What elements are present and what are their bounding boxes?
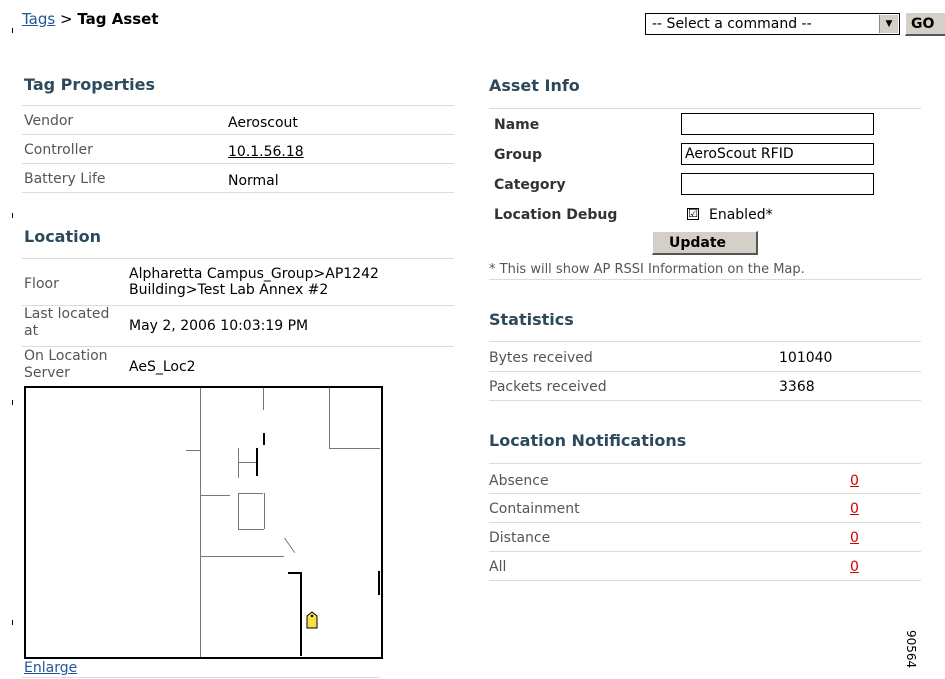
chevron-down-icon[interactable]: ▼ [879,15,898,33]
bytes-received-value: 101040 [779,350,833,366]
last-located-value: May 2, 2006 10:03:19 PM [129,318,309,334]
distance-count-link[interactable]: 0 [850,530,859,546]
divider [22,677,380,678]
asset-group-input[interactable]: AeroScout RFID [681,143,874,165]
map-wall [284,537,296,554]
location-server-row: On Location Server AeS_Loc2 [22,347,454,383]
distance-label: Distance [489,530,551,546]
controller-label: Controller [24,142,93,158]
command-select[interactable]: -- Select a command -- ▼ [645,13,900,35]
all-label: All [489,559,507,575]
divider [489,341,921,342]
map-wall [329,388,330,448]
asset-category-input[interactable] [681,173,874,195]
margin-tick [12,28,13,33]
map-wall [238,462,256,463]
asset-name-label: Name [494,117,540,133]
floor-row: Floor Alpharetta Campus_Group>AP1242 Bui… [22,259,454,306]
packets-received-value: 3368 [779,379,815,395]
map-wall [263,388,264,410]
last-located-label: Last located [24,306,110,322]
divider [489,371,921,372]
asset-group-label: Group [494,147,543,163]
map-wall [238,493,263,494]
map-wall [378,571,380,595]
last-located-label-2: at [24,323,39,339]
map-wall [264,493,265,529]
floor-value-line1: Alpharetta Campus_Group>AP1242 [129,266,379,282]
command-select-value: -- Select a command -- [652,16,812,32]
last-located-row: Last located at May 2, 2006 10:03:19 PM [22,306,454,347]
asset-name-input[interactable] [681,113,874,135]
divider [489,108,921,109]
margin-tick [12,213,13,218]
tag-property-row: Battery Life Normal [22,164,454,193]
map-wall [238,448,239,478]
containment-label: Containment [489,501,580,517]
divider [489,551,921,552]
floor-label: Floor [24,276,59,292]
map-wall [300,572,302,656]
location-server-label: On Location [24,348,108,364]
bytes-received-label: Bytes received [489,350,593,366]
vendor-value: Aeroscout [228,115,298,131]
margin-tick [12,400,13,405]
absence-count-link[interactable]: 0 [850,473,859,489]
enlarge-link[interactable]: Enlarge [24,660,77,676]
map-wall [200,495,230,496]
tag-properties-heading: Tag Properties [24,75,155,94]
breadcrumb-tags-link[interactable]: Tags [22,10,55,28]
floor-map[interactable] [24,386,383,659]
location-server-label-2: Server [24,365,70,381]
rssi-note: * This will show AP RSSI Information on … [489,262,805,277]
divider [489,493,921,494]
battery-life-label: Battery Life [24,171,106,187]
map-wall [329,448,380,449]
controller-link[interactable]: 10.1.56.18 [228,144,304,160]
map-wall [200,450,201,657]
all-count-link[interactable]: 0 [850,559,859,575]
asset-category-label: Category [494,177,566,193]
map-wall [200,556,284,557]
map-wall [256,448,258,476]
location-server-value: AeS_Loc2 [129,359,196,375]
go-button[interactable]: GO [905,12,945,36]
check-icon: ☑ [688,207,698,220]
floor-value-line2: Building>Test Lab Annex #2 [129,282,329,298]
packets-received-label: Packets received [489,379,607,395]
update-button[interactable]: Update [652,231,758,255]
map-wall [186,450,200,451]
breadcrumb-separator: > [55,10,78,28]
breadcrumb: Tags > Tag Asset [22,10,159,28]
map-wall [238,529,264,530]
map-wall [238,493,239,529]
location-notifications-heading: Location Notifications [489,431,687,450]
asset-info-heading: Asset Info [489,76,580,95]
tag-property-row: Vendor Aeroscout [22,106,454,135]
divider [489,400,921,401]
asset-tag-icon[interactable] [306,611,318,629]
map-wall [200,388,201,450]
divider [489,522,921,523]
location-debug-enabled-label: Enabled* [709,207,773,223]
vendor-label: Vendor [24,113,74,129]
containment-count-link[interactable]: 0 [850,501,859,517]
location-debug-checkbox[interactable]: ☑ [687,208,699,220]
statistics-heading: Statistics [489,310,574,329]
tag-property-row: Controller 10.1.56.18 [22,135,454,164]
location-heading: Location [24,227,101,246]
figure-id: 90564 [904,630,918,669]
location-debug-label: Location Debug [494,207,618,223]
divider [489,580,921,581]
divider [489,279,921,280]
page-title: Tag Asset [77,10,159,28]
map-wall [263,433,265,445]
margin-tick [12,620,13,625]
battery-life-value: Normal [228,173,279,189]
absence-label: Absence [489,473,549,489]
divider [489,463,921,464]
